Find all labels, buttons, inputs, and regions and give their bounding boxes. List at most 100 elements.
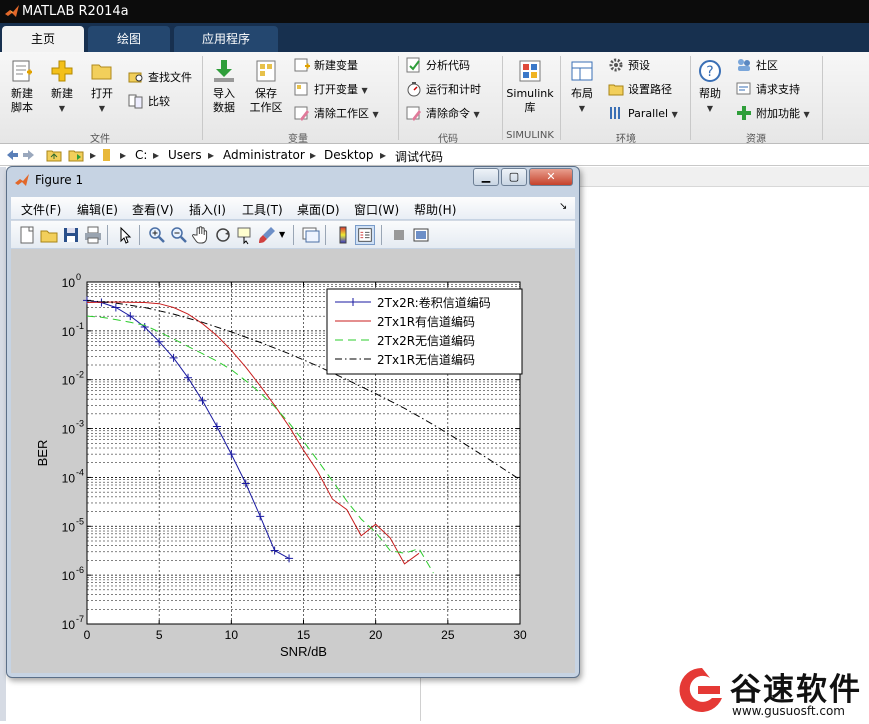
import-data-button[interactable]: 导入 数据 (208, 58, 240, 115)
y-tick-label: 10 (62, 276, 76, 290)
layout-button[interactable]: 布局 ▼ (566, 58, 598, 116)
new-figure-icon[interactable] (17, 225, 37, 245)
breadcrumb-separator: ▸ (208, 148, 215, 162)
open-variable-dropdown-icon: ▼ (361, 86, 368, 95)
clear-commands-button[interactable]: 清除命令 ▼ (406, 104, 480, 124)
pan-icon[interactable] (191, 225, 211, 245)
request-support-button[interactable]: 请求支持 (736, 80, 800, 100)
browse-folder-icon[interactable] (68, 147, 84, 163)
menu-insert[interactable]: 插入(I) (189, 201, 226, 218)
figure-titlebar[interactable]: Figure 1 ▁ ▢ ✕ (7, 167, 579, 193)
set-path-button[interactable]: 设置路径 (608, 80, 672, 100)
zoom-in-icon[interactable] (147, 225, 167, 245)
brush-dropdown-icon[interactable]: ▼ (279, 230, 285, 239)
data-cursor-icon[interactable] (235, 225, 255, 245)
compare-icon (128, 94, 143, 109)
group-divider (202, 56, 203, 140)
tab-home[interactable]: 主页 (2, 26, 84, 52)
menu-help[interactable]: 帮助(H) (414, 201, 456, 218)
open-file-icon[interactable] (39, 225, 59, 245)
pointer-icon[interactable] (115, 225, 135, 245)
find-files-button[interactable]: 查找文件 (128, 68, 192, 88)
breadcrumb-desktop[interactable]: Desktop (324, 148, 374, 162)
save-icon[interactable] (61, 225, 81, 245)
maximize-button[interactable]: ▢ (501, 168, 527, 186)
compare-button[interactable]: 比较 (128, 92, 170, 112)
menu-edit[interactable]: 编辑(E) (77, 201, 118, 218)
rotate-3d-icon[interactable] (213, 225, 233, 245)
y-tick-label: 10 (62, 374, 76, 388)
add-ons-dropdown-icon: ▼ (803, 110, 810, 119)
brush-icon[interactable] (257, 225, 277, 245)
new-button[interactable]: 新建 ▼ (46, 58, 78, 116)
y-axis-label: BER (35, 440, 50, 467)
breadcrumb-c[interactable]: C: (135, 148, 147, 162)
breadcrumb-users[interactable]: Users (168, 148, 202, 162)
folder-icon (103, 149, 110, 161)
help-button[interactable]: ? 帮助 ▼ (694, 58, 726, 116)
clear-workspace-icon (294, 106, 309, 121)
zoom-out-icon[interactable] (169, 225, 189, 245)
open-button[interactable]: 打开 ▼ (86, 58, 118, 116)
add-ons-icon (737, 106, 751, 120)
menu-desktop[interactable]: 桌面(D) (297, 201, 340, 218)
new-script-button[interactable]: 新建 脚本 (6, 58, 38, 115)
insert-colorbar-icon[interactable] (333, 225, 353, 245)
up-folder-icon[interactable] (46, 147, 62, 163)
menu-window[interactable]: 窗口(W) (354, 201, 399, 218)
minimize-button[interactable]: ▁ (473, 168, 499, 186)
x-tick-label: 5 (156, 628, 163, 642)
breadcrumb-debug-code[interactable]: 调试代码 (395, 148, 443, 165)
tab-apps[interactable]: 应用程序 (174, 26, 278, 52)
request-support-icon (736, 82, 751, 95)
y-tick-label: 10 (62, 520, 76, 534)
open-variable-button[interactable]: 打开变量 ▼ (294, 80, 368, 100)
new-label: 新建 (51, 87, 73, 100)
show-plot-tools-icon[interactable] (411, 225, 431, 245)
close-button[interactable]: ✕ (529, 168, 573, 186)
clear-workspace-button[interactable]: 清除工作区 ▼ (294, 104, 379, 124)
layout-label: 布局 (571, 87, 593, 100)
link-plot-icon[interactable] (301, 225, 321, 245)
new-script-label-1: 新建 (11, 87, 33, 100)
community-icon (738, 59, 750, 71)
ber-chart[interactable]: 0 5 10 15 20 25 3010 010 -110 -210 -310 -410 -510 -61… (11, 249, 575, 673)
y-tick-exponent: -1 (76, 321, 84, 331)
x-tick-label: 30 (513, 628, 527, 642)
new-variable-button[interactable]: 新建变量 (294, 56, 358, 76)
figure-menubar: 文件(F) 编辑(E) 查看(V) 插入(I) 工具(T) 桌面(D) 窗口(W… (11, 197, 575, 219)
tab-plots[interactable]: 绘图 (88, 26, 170, 52)
preferences-button[interactable]: 预设 (608, 56, 650, 76)
analyze-code-button[interactable]: 分析代码 (406, 56, 470, 76)
find-files-icon (128, 72, 143, 83)
community-button[interactable]: 社区 (736, 56, 778, 76)
y-tick-exponent: -7 (76, 614, 84, 624)
menubar-dock-icon[interactable]: ↘ (559, 201, 567, 212)
simulink-library-button[interactable]: Simulink 库 (504, 58, 556, 115)
breadcrumb-separator: ▸ (153, 148, 160, 162)
back-icon[interactable] (3, 147, 19, 163)
group-label-resources: 资源 (746, 134, 766, 145)
print-icon[interactable] (83, 225, 103, 245)
group-label-environment: 环境 (616, 134, 636, 145)
analyze-code-label: 分析代码 (426, 59, 470, 72)
hide-plot-tools-icon[interactable] (389, 225, 409, 245)
run-and-time-button[interactable]: 运行和计时 (406, 80, 481, 100)
toolbar-divider (381, 225, 382, 245)
forward-icon[interactable] (22, 147, 38, 163)
open-variable-label: 打开变量 (314, 83, 358, 96)
run-time-icon (407, 82, 421, 97)
y-tick-exponent: -5 (76, 516, 84, 526)
parallel-button[interactable]: Parallel ▼ (608, 104, 678, 124)
menu-tools[interactable]: 工具(T) (242, 201, 283, 218)
menu-view[interactable]: 查看(V) (132, 201, 174, 218)
insert-legend-icon[interactable] (355, 225, 375, 245)
group-divider (690, 56, 691, 140)
save-workspace-button[interactable]: 保存 工作区 (246, 58, 286, 115)
group-label-simulink: SIMULINK (506, 130, 554, 141)
breadcrumb-separator: ▸ (90, 148, 97, 162)
menu-file[interactable]: 文件(F) (21, 201, 61, 218)
breadcrumb-administrator[interactable]: Administrator (223, 148, 305, 162)
compare-label: 比较 (148, 95, 170, 108)
add-ons-button[interactable]: 附加功能 ▼ (736, 104, 810, 124)
